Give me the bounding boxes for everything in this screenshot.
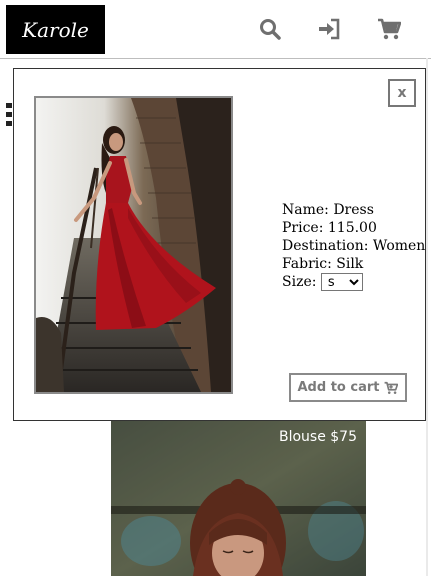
add-to-cart-button[interactable]: Add to cart — [289, 373, 407, 402]
product-name: Name: Dress — [282, 202, 374, 218]
search-icon[interactable] — [258, 17, 282, 41]
product-details: Name: Dress Price: 115.00 Destination: W… — [282, 201, 425, 291]
product-modal: x Name: Dress Price: 115.00 Destination:… — [13, 68, 426, 421]
size-select[interactable]: s — [320, 273, 363, 291]
close-button[interactable]: x — [388, 79, 416, 107]
close-label: x — [397, 85, 407, 101]
site-header: Karole — [0, 0, 431, 59]
product-fabric: Fabric: Silk — [282, 256, 364, 272]
cart-icon[interactable] — [377, 17, 401, 41]
product-price: Price: 115.00 — [282, 220, 377, 236]
cart-plus-icon — [385, 381, 399, 394]
product-destination: Destination: Women — [282, 238, 426, 254]
logo-text: Karole — [22, 17, 89, 42]
product-card[interactable]: Blouse $75 — [111, 421, 366, 576]
size-label: Size: — [282, 274, 317, 290]
login-icon[interactable] — [317, 17, 341, 41]
add-to-cart-label: Add to cart — [297, 380, 380, 395]
dress-photo — [34, 96, 233, 394]
product-caption: Blouse $75 — [278, 429, 357, 445]
size-row: Size: s — [282, 273, 425, 291]
logo[interactable]: Karole — [6, 5, 105, 54]
scrollbar[interactable] — [426, 58, 428, 576]
